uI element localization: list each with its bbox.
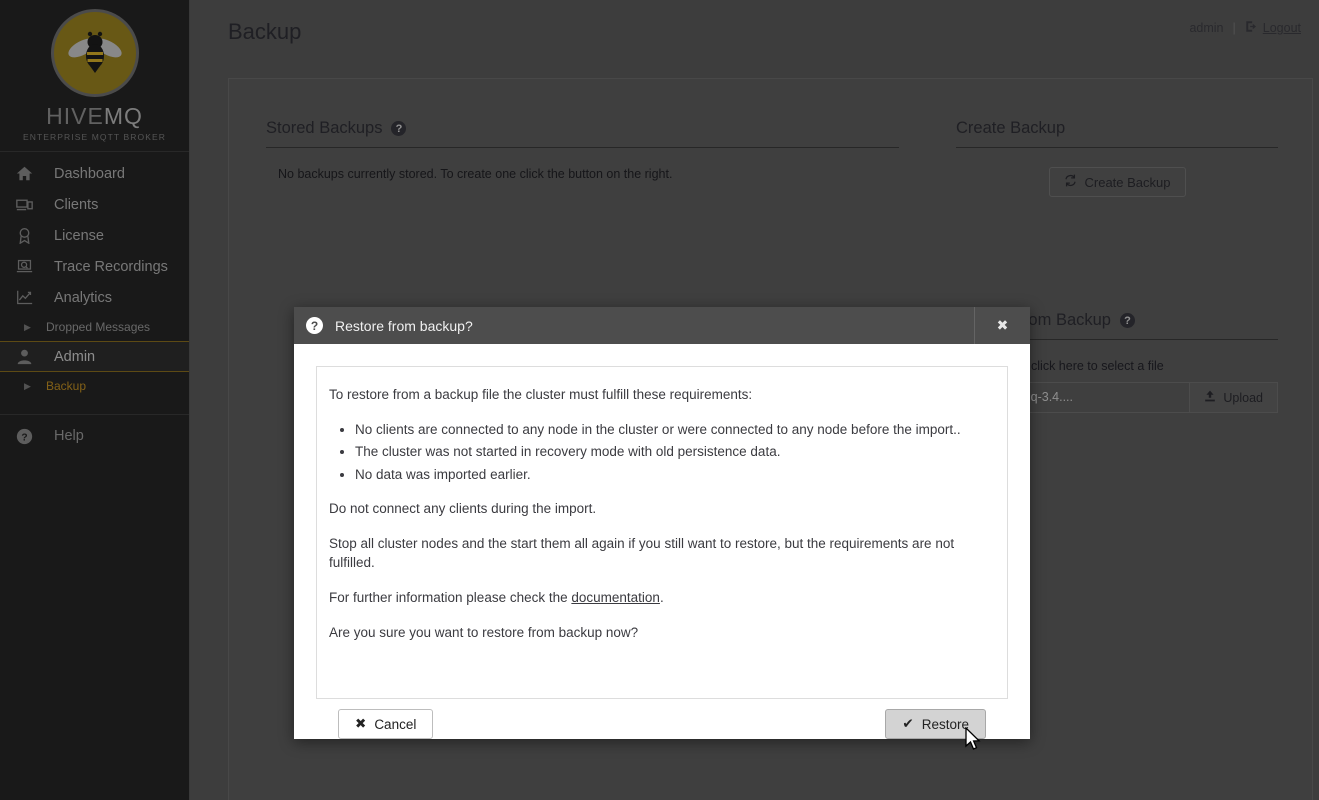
list-item: No clients are connected to any node in … <box>355 420 995 440</box>
list-item: No data was imported earlier. <box>355 465 995 485</box>
documentation-link[interactable]: documentation <box>571 590 660 605</box>
dialog-header: ? Restore from backup? ✖ <box>294 307 1030 344</box>
doc-prefix: For further information please check the <box>329 589 572 605</box>
restore-button-label: Restore <box>921 716 969 732</box>
dialog-body: To restore from a backup file the cluste… <box>294 344 1030 739</box>
question-circle-icon: ? <box>306 317 323 334</box>
application-window: HIVEMQ ENTERPRISE MQTT BROKER Dashboard … <box>0 0 1319 800</box>
dialog-note-2: Stop all cluster nodes and the start the… <box>329 535 955 571</box>
dialog-confirm-question: Are you sure you want to restore from ba… <box>329 624 639 640</box>
cancel-button-label: Cancel <box>374 716 417 732</box>
dialog-doc-line: For further information please check the… <box>329 588 995 608</box>
x-icon: ✖ <box>355 716 367 731</box>
restore-button[interactable]: ✔ Restore <box>885 709 986 739</box>
dialog-note-1: Do not connect any clients during the im… <box>329 501 597 517</box>
dialog-title: Restore from backup? <box>335 317 473 334</box>
cancel-button[interactable]: ✖ Cancel <box>338 709 434 739</box>
check-icon: ✔ <box>902 716 914 731</box>
dialog-content-box: To restore from a backup file the cluste… <box>316 366 1008 699</box>
dialog-intro: To restore from a backup file the cluste… <box>329 387 753 402</box>
dialog-requirements-list: No clients are connected to any node in … <box>355 420 995 485</box>
close-icon[interactable]: ✖ <box>974 307 1030 344</box>
dialog-footer: ✖ Cancel ✔ Restore <box>316 699 1008 739</box>
list-item: The cluster was not started in recovery … <box>355 442 995 462</box>
doc-suffix: . <box>659 589 664 605</box>
restore-backup-dialog: ? Restore from backup? ✖ To restore from… <box>294 307 1030 739</box>
